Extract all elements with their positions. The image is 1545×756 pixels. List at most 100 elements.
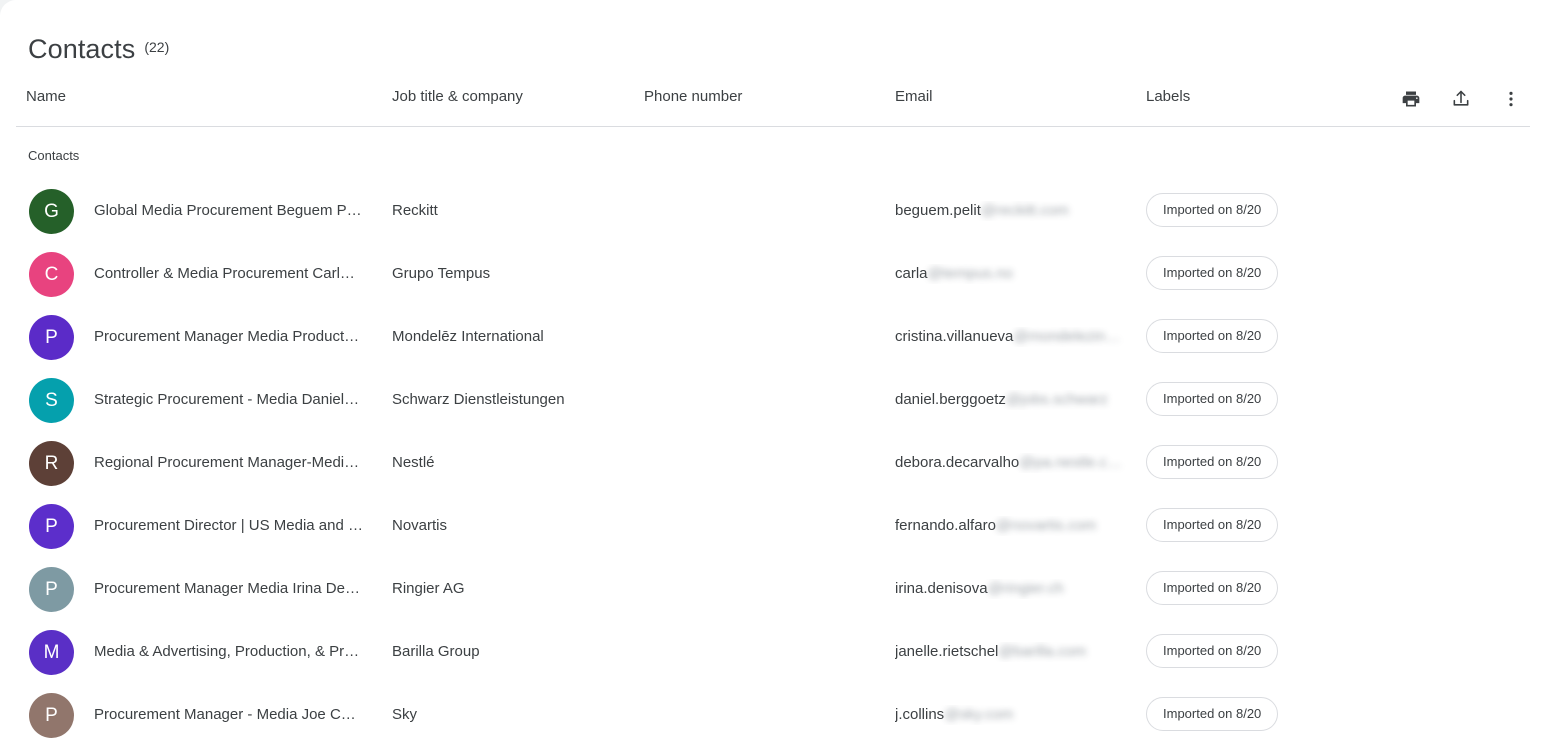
label-chip[interactable]: Imported on 8/20 [1146, 445, 1278, 479]
email-domain-redacted: @barilla.com [998, 642, 1086, 662]
email-domain-redacted: @mondelezin… [1013, 327, 1120, 347]
avatar: M [29, 630, 74, 675]
contact-company: Nestlé [392, 453, 638, 473]
avatar: R [29, 441, 74, 486]
email-local-part: debora.decarvalho [895, 453, 1019, 473]
header-divider [16, 126, 1530, 127]
label-chip[interactable]: Imported on 8/20 [1146, 634, 1278, 668]
email-domain-redacted: @sky.com [944, 705, 1013, 725]
contact-company: Grupo Tempus [392, 264, 638, 284]
table-row[interactable]: P Procurement Director | US Media and … No… [0, 496, 1545, 559]
contact-company: Novartis [392, 516, 638, 536]
labels-cell: Imported on 8/20 [1146, 697, 1278, 731]
table-row[interactable]: R Regional Procurement Manager-Medi… Nestl… [0, 433, 1545, 496]
contact-email: j.collins@sky.com [895, 705, 1145, 725]
contact-name[interactable]: Procurement Manager - Media Joe C… [94, 705, 382, 725]
column-header-labels[interactable]: Labels [1146, 86, 1190, 108]
labels-cell: Imported on 8/20 [1146, 319, 1278, 353]
contact-email: daniel.berggoetz@jobs.schwarz [895, 390, 1145, 410]
email-local-part: cristina.villanueva [895, 327, 1013, 347]
labels-cell: Imported on 8/20 [1146, 634, 1278, 668]
header-actions [1397, 85, 1525, 113]
labels-cell: Imported on 8/20 [1146, 445, 1278, 479]
labels-cell: Imported on 8/20 [1146, 256, 1278, 290]
contact-company: Schwarz Dienstleistungen [392, 390, 638, 410]
contact-email: debora.decarvalho@pa.nestle.c… [895, 453, 1145, 473]
contact-name[interactable]: Media & Advertising, Production, & Pr… [94, 642, 382, 662]
email-local-part: j.collins [895, 705, 944, 725]
contact-email: irina.denisova@ringier.ch [895, 579, 1145, 599]
contact-name[interactable]: Regional Procurement Manager-Medi… [94, 453, 382, 473]
contact-name[interactable]: Procurement Manager Media Irina De… [94, 579, 382, 599]
table-row[interactable]: PProcurement Manager Media Product…Monde… [0, 307, 1545, 370]
table-row[interactable]: M Media & Advertising, Production, & Pr… B… [0, 622, 1545, 685]
print-icon [1401, 89, 1421, 109]
table-row[interactable]: P Procurement Manager - Media Joe C… Sky j.… [0, 685, 1545, 748]
contact-company: Reckitt [392, 201, 638, 221]
label-chip[interactable]: Imported on 8/20 [1146, 697, 1278, 731]
email-local-part: irina.denisova [895, 579, 988, 599]
contacts-panel: Contacts (22) Name Job title & company P… [0, 0, 1545, 756]
email-local-part: carla [895, 264, 928, 284]
avatar: P [29, 693, 74, 738]
contact-name[interactable]: Procurement Manager Media Product… [94, 327, 382, 347]
label-chip[interactable]: Imported on 8/20 [1146, 256, 1278, 290]
contact-count: (22) [144, 38, 169, 56]
contact-company: Ringier AG [392, 579, 638, 599]
avatar: P [29, 315, 74, 360]
email-domain-redacted: @reckitt.com [981, 201, 1069, 221]
column-header-name[interactable]: Name [26, 86, 66, 108]
label-chip[interactable]: Imported on 8/20 [1146, 571, 1278, 605]
contacts-list: G Global Media Procurement Beguem P… Recki… [0, 181, 1545, 756]
table-row[interactable]: C Controller & Media Procurement Carl… Gru… [0, 244, 1545, 307]
print-button[interactable] [1397, 85, 1425, 113]
export-button[interactable] [1447, 85, 1475, 113]
table-row[interactable]: G Global Media Procurement Beguem P… Recki… [0, 181, 1545, 244]
email-local-part: daniel.berggoetz [895, 390, 1006, 410]
group-label: Contacts [28, 147, 79, 165]
column-header-job[interactable]: Job title & company [392, 86, 523, 108]
more-options-button[interactable] [1497, 85, 1525, 113]
avatar: S [29, 378, 74, 423]
page-title: Contacts [28, 33, 135, 65]
column-header-email[interactable]: Email [895, 86, 933, 108]
email-domain-redacted: @ringier.ch [988, 579, 1064, 599]
label-chip[interactable]: Imported on 8/20 [1146, 508, 1278, 542]
email-local-part: janelle.rietschel [895, 642, 998, 662]
avatar: C [29, 252, 74, 297]
export-icon [1451, 89, 1471, 109]
labels-cell: Imported on 8/20 [1146, 508, 1278, 542]
contact-company: Sky [392, 705, 638, 725]
page-title-row: Contacts (22) [28, 33, 169, 65]
contact-name[interactable]: Procurement Director | US Media and … [94, 516, 382, 536]
contact-name[interactable]: Controller & Media Procurement Carl… [94, 264, 382, 284]
avatar: P [29, 567, 74, 612]
avatar: G [29, 189, 74, 234]
contact-name[interactable]: Strategic Procurement - Media Daniel… [94, 390, 382, 410]
email-domain-redacted: @jobs.schwarz [1006, 390, 1108, 410]
labels-cell: Imported on 8/20 [1146, 571, 1278, 605]
email-domain-redacted: @tempus.no [928, 264, 1013, 284]
contact-email: fernando.alfaro@novartis.com [895, 516, 1145, 536]
contact-company: Barilla Group [392, 642, 638, 662]
label-chip[interactable]: Imported on 8/20 [1146, 382, 1278, 416]
contact-email: beguem.pelit@reckitt.com [895, 201, 1145, 221]
contact-name[interactable]: Global Media Procurement Beguem P… [94, 201, 382, 221]
email-domain-redacted: @pa.nestle.c… [1019, 453, 1122, 473]
avatar: P [29, 504, 74, 549]
label-chip[interactable]: Imported on 8/20 [1146, 193, 1278, 227]
column-header-phone[interactable]: Phone number [644, 86, 742, 108]
more-options-icon [1501, 89, 1521, 109]
table-row[interactable]: S Strategic Procurement - Media Daniel… Sc… [0, 370, 1545, 433]
labels-cell: Imported on 8/20 [1146, 193, 1278, 227]
email-domain-redacted: @novartis.com [996, 516, 1096, 536]
table-row-partial[interactable] [0, 748, 1545, 756]
contact-email: carla@tempus.no [895, 264, 1145, 284]
email-local-part: beguem.pelit [895, 201, 981, 221]
contact-email: janelle.rietschel@barilla.com [895, 642, 1145, 662]
table-row[interactable]: P Procurement Manager Media Irina De… Ring… [0, 559, 1545, 622]
contact-email: cristina.villanueva@mondelezin… [895, 327, 1145, 347]
label-chip[interactable]: Imported on 8/20 [1146, 319, 1278, 353]
column-headers: Name Job title & company Phone number Em… [0, 86, 1545, 112]
labels-cell: Imported on 8/20 [1146, 382, 1278, 416]
